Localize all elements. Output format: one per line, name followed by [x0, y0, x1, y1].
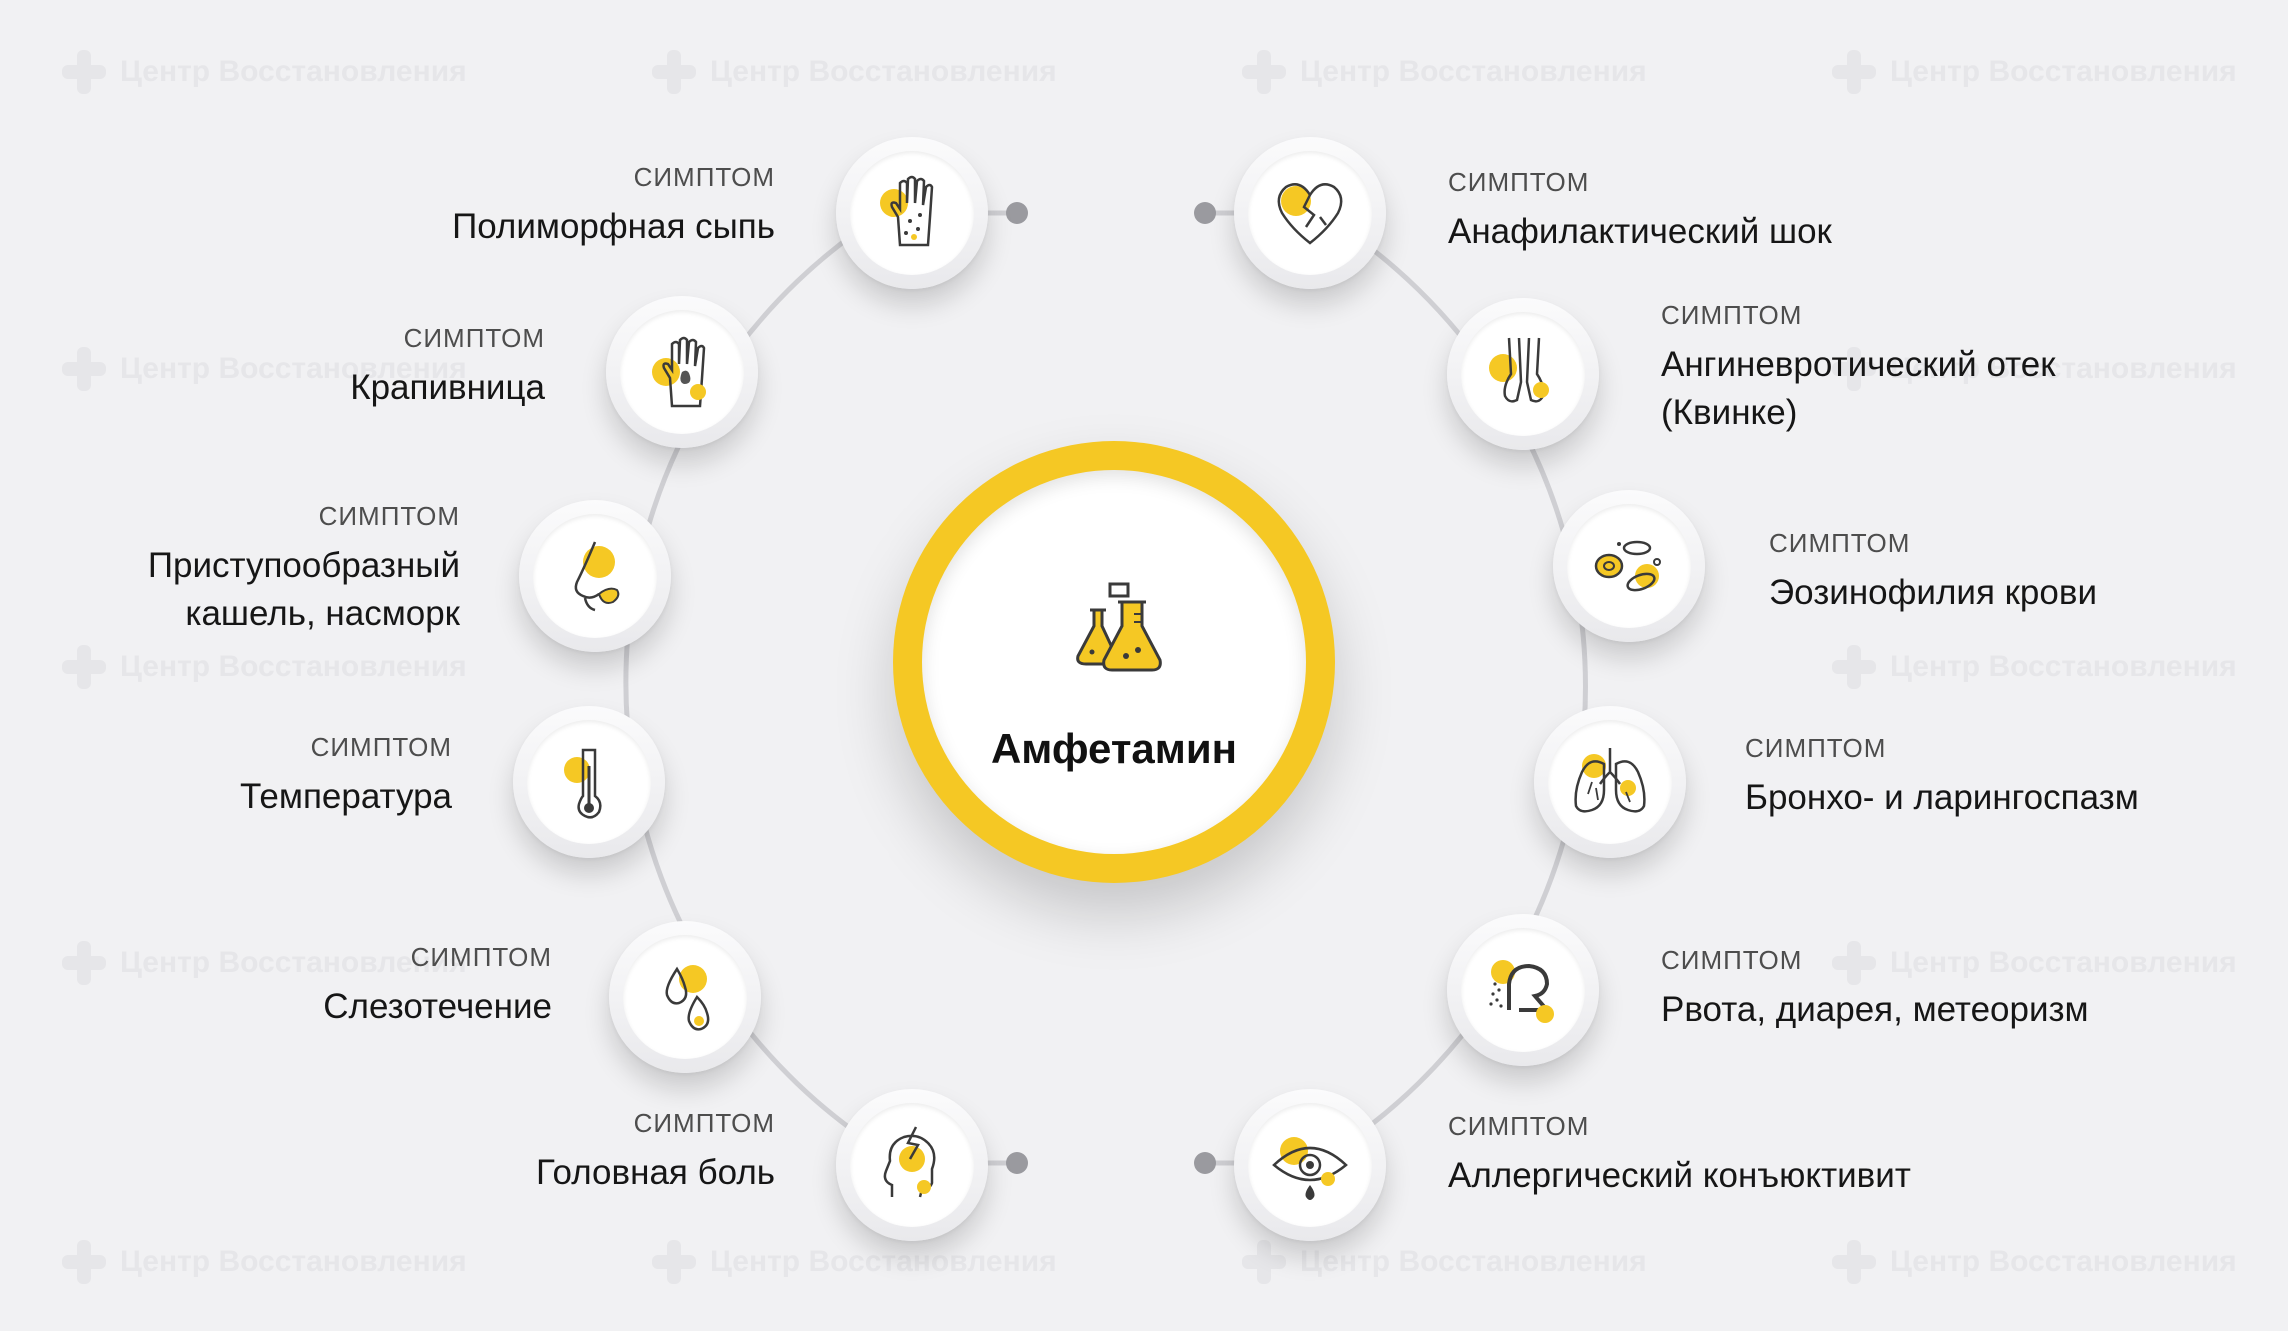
symptom-kicker: СИМПТОМ [318, 501, 460, 531]
symptom-name: Температура [240, 777, 452, 816]
symptom-kicker: СИМПТОМ [410, 942, 552, 972]
connector-dot [1006, 202, 1028, 224]
symptom-kicker: СИМПТОМ [1745, 733, 1887, 763]
symptom-name: Анафилактический шок [1448, 212, 1832, 251]
symptom-label-headache: СИМПТОМ Головная боль [380, 1108, 775, 1197]
lab-flasks-icon [1076, 582, 1162, 672]
symptom-name: Крапивница [350, 368, 545, 407]
symptom-node-hives[interactable] [606, 296, 758, 448]
symptom-node-anaphylactic-shock[interactable] [1234, 137, 1386, 289]
symptom-kicker: СИМПТОМ [633, 1108, 775, 1138]
symptom-name: Приступообразный кашель, насморк [147, 546, 460, 633]
symptom-kicker: СИМПТОМ [1661, 300, 1803, 330]
broken-heart-icon [1277, 183, 1343, 245]
symptom-kicker: СИМПТОМ [1448, 167, 1590, 197]
symptom-node-headache[interactable] [836, 1089, 988, 1241]
thermometer-icon [564, 748, 602, 819]
symptom-node-vomiting-diarrhea[interactable] [1447, 914, 1599, 1066]
rash-hand-icon [880, 175, 934, 247]
hives-hand-icon [652, 336, 706, 408]
symptom-name: Слезотечение [323, 987, 552, 1026]
symptom-node-lacrimation[interactable] [609, 921, 761, 1073]
symptom-kicker: СИМПТОМ [633, 162, 775, 192]
drops-icon [665, 965, 710, 1031]
lungs-icon [1574, 748, 1646, 813]
symptom-kicker: СИМПТОМ [1448, 1111, 1590, 1141]
symptom-label-vomiting-diarrhea: СИМПТОМ Рвота, диарея, метеоризм [1661, 945, 2181, 1034]
symptom-node-polymorphic-rash[interactable] [836, 137, 988, 289]
swollen-legs-icon [1489, 337, 1549, 403]
symptom-label-angioedema: СИМПТОМ Ангиневротический отек (Квинке) [1661, 300, 2141, 437]
symptom-kicker: СИМПТОМ [1769, 528, 1911, 558]
symptom-label-lacrimation: СИМПТОМ Слезотечение [260, 942, 552, 1031]
symptom-name: Рвота, диарея, метеоризм [1661, 990, 2089, 1029]
connector-dot [1006, 1152, 1028, 1174]
vomiting-icon [1489, 960, 1554, 1023]
connector-dot [1194, 202, 1216, 224]
symptom-name: Ангиневротический отек (Квинке) [1661, 345, 2056, 432]
symptom-node-cough-rhinitis[interactable] [519, 500, 671, 652]
symptom-name: Головная боль [535, 1153, 775, 1192]
symptom-label-temperature: СИМПТОМ Температура [150, 732, 452, 821]
symptom-label-polymorphic-rash: СИМПТОМ Полиморфная сыпь [380, 162, 775, 251]
symptom-node-eosinophilia[interactable] [1553, 490, 1705, 642]
symptom-kicker: СИМПТОМ [310, 732, 452, 762]
headache-icon [883, 1126, 936, 1198]
symptom-label-cough-rhinitis: СИМПТОМ Приступообразный кашель, насморк [60, 501, 460, 638]
symptom-node-conjunctivitis[interactable] [1234, 1089, 1386, 1241]
crying-eye-icon [1272, 1137, 1348, 1200]
symptom-node-bronchospasm[interactable] [1534, 706, 1686, 858]
symptom-node-temperature[interactable] [513, 706, 665, 858]
symptom-name: Эозинофилия крови [1769, 573, 2098, 612]
symptom-label-anaphylactic-shock: СИМПТОМ Анафилактический шок [1448, 167, 1898, 256]
symptom-label-hives: СИМПТОМ Крапивница [250, 323, 545, 412]
symptom-label-bronchospasm: СИМПТОМ Бронхо- и ларингоспазм [1745, 733, 2185, 822]
central-substance-inner: Амфетамин [922, 470, 1306, 854]
symptom-name: Бронхо- и ларингоспазм [1745, 778, 2139, 817]
central-substance-circle: Амфетамин [893, 441, 1335, 883]
nose-icon [574, 541, 620, 612]
blood-cells-icon [1594, 540, 1661, 592]
symptom-label-eosinophilia: СИМПТОМ Эозинофилия крови [1769, 528, 2169, 617]
symptom-label-conjunctivitis: СИМПТОМ Аллергический конъюктивит [1448, 1111, 1968, 1200]
symptom-kicker: СИМПТОМ [403, 323, 545, 353]
symptom-name: Аллергический конъюктивит [1448, 1156, 1911, 1195]
symptom-kicker: СИМПТОМ [1661, 945, 1803, 975]
symptom-node-angioedema[interactable] [1447, 298, 1599, 450]
symptom-name: Полиморфная сыпь [452, 207, 775, 246]
connector-dot [1194, 1152, 1216, 1174]
central-substance-title: Амфетамин [990, 725, 1238, 772]
